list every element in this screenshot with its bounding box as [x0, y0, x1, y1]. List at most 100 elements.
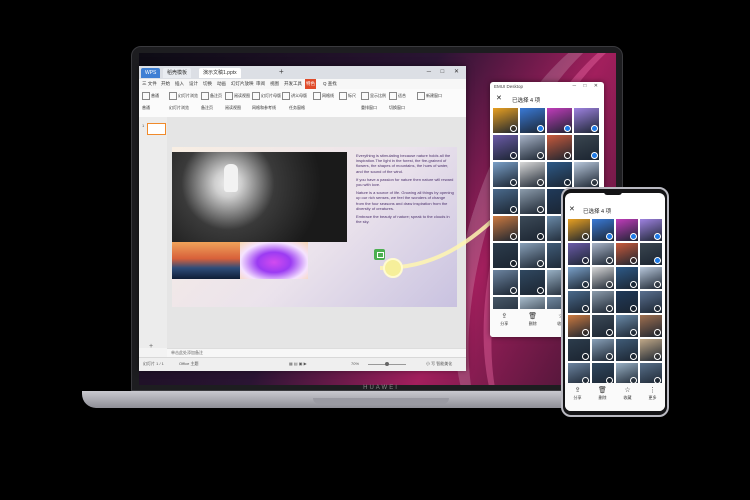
gallery-thumbnail[interactable]: [520, 108, 545, 133]
select-checkbox-icon[interactable]: [630, 281, 637, 288]
menu-insert[interactable]: 插入: [175, 79, 184, 89]
gallery-thumbnail[interactable]: [574, 135, 599, 160]
action-delete-button[interactable]: 🗑 删除: [522, 313, 544, 327]
menu-view[interactable]: 视图: [270, 79, 279, 89]
gallery-thumbnail[interactable]: [640, 315, 662, 337]
select-checkbox-icon[interactable]: [582, 329, 589, 336]
select-checkbox-icon[interactable]: [537, 179, 544, 186]
ribbon-btn-new-window[interactable]: 新建窗口: [417, 92, 442, 100]
tab-docer-templates[interactable]: 稻壳模板: [163, 68, 192, 78]
ribbon-btn-notes[interactable]: 备注页: [201, 92, 222, 100]
ribbon-btn-normal[interactable]: 普通: [142, 92, 159, 100]
gallery-thumbnail[interactable]: [640, 219, 662, 241]
ribbon-btn-fit[interactable]: 适合: [389, 92, 406, 100]
select-checkbox-icon[interactable]: [510, 125, 517, 132]
gallery-thumbnail[interactable]: [493, 108, 518, 133]
select-checkbox-icon[interactable]: [606, 329, 613, 336]
action-share-button[interactable]: ⇪ 分享: [567, 387, 589, 401]
gallery-thumbnail[interactable]: [520, 189, 545, 214]
gallery-thumbnail[interactable]: [640, 243, 662, 265]
select-checkbox-icon[interactable]: [537, 260, 544, 267]
select-checkbox-icon[interactable]: [510, 287, 517, 294]
view-mode-icons[interactable]: ▦ ▤ ▣ ▶: [289, 361, 307, 366]
ribbon-row2-sorter[interactable]: 幻灯片浏览: [169, 105, 189, 111]
select-checkbox-icon[interactable]: [582, 281, 589, 288]
gallery-thumbnail[interactable]: [616, 363, 638, 385]
gallery-thumbnail[interactable]: [616, 315, 638, 337]
select-checkbox-icon[interactable]: [606, 281, 613, 288]
gallery-thumbnail[interactable]: [616, 243, 638, 265]
select-checkbox-icon[interactable]: [510, 260, 517, 267]
ribbon-check-task-pane[interactable]: 任务窗格: [289, 105, 305, 111]
ribbon-btn-handout-master[interactable]: 讲义母版: [282, 92, 307, 100]
select-checkbox-icon[interactable]: [510, 152, 517, 159]
gallery-thumbnail[interactable]: [568, 339, 590, 361]
close-icon[interactable]: ✕: [496, 94, 502, 102]
ribbon-check-gridlines[interactable]: 网格线: [313, 92, 334, 100]
action-favorite-button[interactable]: ☆收藏: [617, 387, 639, 401]
gallery-thumbnail[interactable]: [520, 216, 545, 241]
gallery-thumbnail[interactable]: [547, 108, 572, 133]
select-checkbox-icon[interactable]: [537, 125, 544, 132]
gallery-thumbnail[interactable]: [574, 162, 599, 187]
select-checkbox-icon[interactable]: [606, 353, 613, 360]
gallery-thumbnail[interactable]: [616, 219, 638, 241]
menu-transitions[interactable]: 切换: [203, 79, 212, 89]
slide-thumbnail[interactable]: [147, 123, 166, 135]
gallery-thumbnail[interactable]: [574, 108, 599, 133]
gallery-thumbnail[interactable]: [568, 291, 590, 313]
menu-developer[interactable]: 开发工具: [284, 79, 302, 89]
gallery-thumbnail[interactable]: [493, 243, 518, 268]
select-checkbox-icon[interactable]: [591, 125, 598, 132]
ribbon-row2-reading[interactable]: 阅读视图: [225, 105, 241, 111]
select-checkbox-icon[interactable]: [537, 233, 544, 240]
ribbon-btn-switch-window[interactable]: 切换窗口: [389, 105, 405, 111]
gallery-thumbnail[interactable]: [640, 267, 662, 289]
select-checkbox-icon[interactable]: [564, 179, 571, 186]
menu-home[interactable]: 开始: [161, 79, 170, 89]
gallery-thumbnail[interactable]: [493, 135, 518, 160]
gallery-thumbnail[interactable]: [640, 339, 662, 361]
gallery-thumbnail[interactable]: [568, 219, 590, 241]
select-checkbox-icon[interactable]: [564, 152, 571, 159]
select-checkbox-icon[interactable]: [537, 206, 544, 213]
gallery-thumbnail[interactable]: [493, 162, 518, 187]
gallery-thumbnail[interactable]: [568, 267, 590, 289]
gallery-thumbnail[interactable]: [568, 315, 590, 337]
ribbon-check-ruler[interactable]: 标尺: [339, 92, 356, 100]
select-checkbox-icon[interactable]: [591, 179, 598, 186]
gallery-thumbnail[interactable]: [592, 315, 614, 337]
select-checkbox-icon[interactable]: [654, 233, 661, 240]
action-share-button[interactable]: ⇪ 分享: [493, 313, 515, 327]
slide[interactable]: Everything is stimulating because nature…: [172, 147, 457, 307]
gallery-thumbnail[interactable]: [493, 270, 518, 295]
new-tab-icon[interactable]: +: [279, 67, 284, 76]
menu-special[interactable]: 特色: [305, 79, 316, 89]
gallery-thumbnail[interactable]: [493, 216, 518, 241]
select-checkbox-icon[interactable]: [630, 353, 637, 360]
window-controls[interactable]: ─ □ ✕: [427, 68, 463, 75]
ribbon-row2-notes[interactable]: 备注页: [201, 105, 213, 111]
gallery-thumbnail[interactable]: [616, 291, 638, 313]
action-more-button[interactable]: ⋮更多: [642, 387, 664, 401]
gallery-thumbnail[interactable]: [616, 339, 638, 361]
ribbon-btn-arrange[interactable]: 重排窗口: [361, 105, 377, 111]
select-checkbox-icon[interactable]: [582, 233, 589, 240]
select-checkbox-icon[interactable]: [606, 257, 613, 264]
slide-photo-bride-forest[interactable]: [172, 152, 347, 242]
select-checkbox-icon[interactable]: [582, 305, 589, 312]
select-checkbox-icon[interactable]: [564, 125, 571, 132]
gallery-thumbnail[interactable]: [520, 270, 545, 295]
menu-design[interactable]: 设计: [189, 79, 198, 89]
menu-search[interactable]: Q 查找: [323, 79, 337, 89]
gallery-thumbnail[interactable]: [640, 363, 662, 385]
menu-review[interactable]: 审阅: [256, 79, 265, 89]
gallery-thumbnail[interactable]: [547, 135, 572, 160]
gallery-thumbnail[interactable]: [493, 189, 518, 214]
ribbon-btn-zoom[interactable]: 显示比例: [361, 92, 386, 100]
add-slide-icon[interactable]: +: [149, 343, 153, 350]
close-icon[interactable]: ✕: [569, 205, 575, 213]
gallery-thumbnail[interactable]: [547, 162, 572, 187]
gallery-thumbnail[interactable]: [520, 162, 545, 187]
gallery-thumbnail[interactable]: [640, 291, 662, 313]
